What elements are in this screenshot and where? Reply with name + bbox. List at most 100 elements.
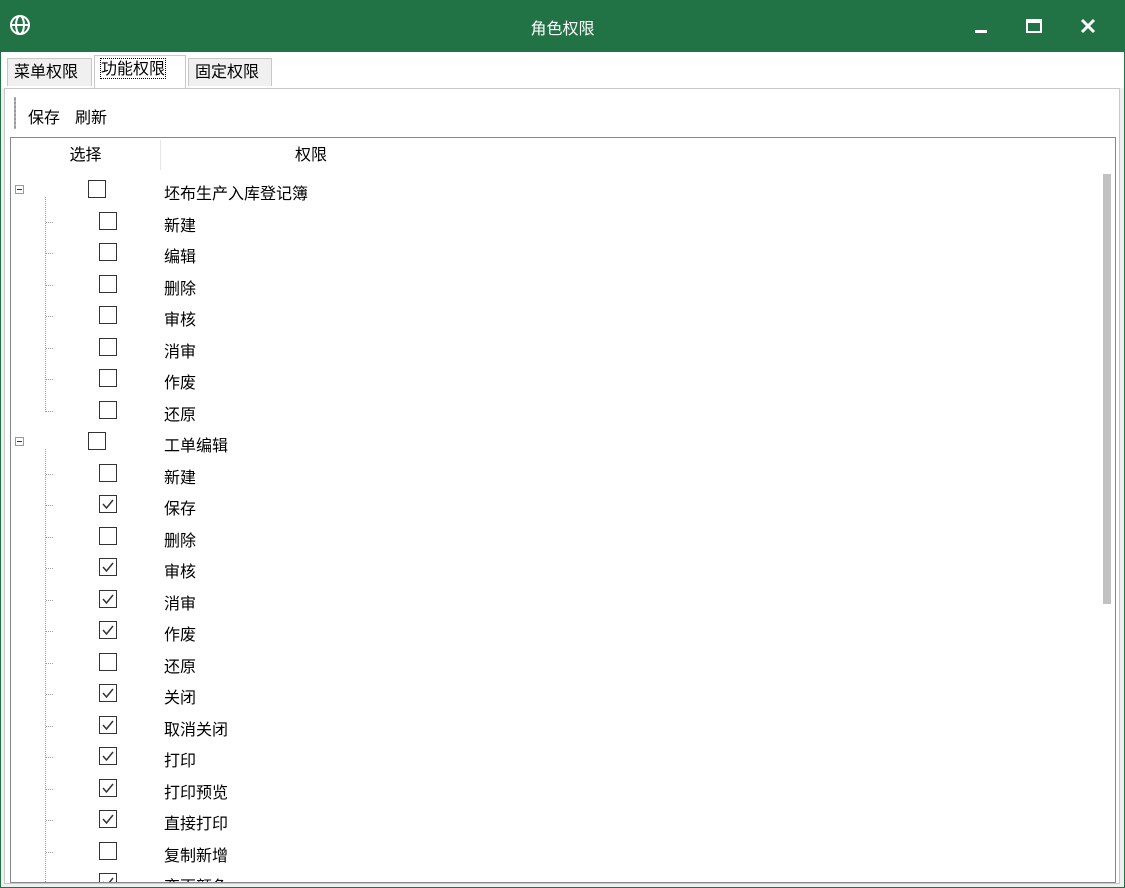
item-checkbox[interactable]	[99, 841, 117, 860]
tree-item-row[interactable]: 新建	[11, 207, 1096, 238]
item-checkbox[interactable]	[99, 243, 117, 261]
tree-item-row[interactable]: 保存	[11, 490, 1096, 521]
permission-label: 审核	[164, 310, 197, 329]
permission-label: 打印	[164, 751, 197, 770]
item-checkbox[interactable]	[99, 810, 117, 828]
item-checkbox[interactable]	[99, 400, 117, 419]
tab-strip: 菜单权限 功能权限 固定权限	[1, 52, 1124, 88]
tab-label: 固定权限	[195, 62, 260, 81]
tree-item-row[interactable]: 删除	[11, 522, 1096, 553]
tree-item-row[interactable]: 作废	[11, 616, 1096, 647]
tree-item-row[interactable]: 还原	[11, 396, 1096, 427]
tree-item-row[interactable]: 编辑	[11, 238, 1096, 269]
tree-connector	[46, 536, 53, 538]
permission-tree[interactable]: 选择 权限 坯布生产入库登记簿 新建 编辑 删除 审核 消审 作废 还原 工单编辑 新建 保存 删除审…	[10, 137, 1116, 883]
group-label: 工单编辑	[164, 436, 229, 455]
tree-item-row[interactable]: 还原	[11, 648, 1096, 679]
tree-group-row[interactable]: 坯布生产入库登记簿	[11, 175, 1096, 206]
tree-item-row[interactable]: 取消关闭	[11, 711, 1096, 742]
permission-label: 删除	[164, 530, 197, 550]
tree-item-row[interactable]: 删除	[11, 270, 1096, 301]
item-checkbox[interactable]	[99, 337, 117, 356]
group-checkbox[interactable]	[88, 180, 106, 198]
maximize-icon	[1026, 19, 1042, 33]
item-checkbox[interactable]	[99, 495, 117, 513]
item-checkbox[interactable]	[99, 715, 117, 734]
tree-item-row[interactable]: 关闭	[11, 679, 1096, 710]
close-button[interactable]	[1061, 0, 1115, 52]
tab-menu-permissions[interactable]: 菜单权限	[7, 58, 92, 86]
tree-item-row[interactable]: 复制新增	[11, 837, 1096, 868]
item-checkbox[interactable]	[99, 652, 117, 671]
item-checkbox[interactable]	[99, 463, 117, 482]
tree-group-row[interactable]: 工单编辑	[11, 427, 1096, 458]
tree-item-row[interactable]: 新建	[11, 459, 1096, 490]
item-checkbox[interactable]	[99, 306, 117, 324]
tree-item-row[interactable]: 作废	[11, 364, 1096, 395]
tree-connector	[46, 253, 53, 254]
tree-item-row[interactable]: 直接打印	[11, 805, 1096, 836]
maximize-button[interactable]	[1007, 0, 1061, 52]
role-permissions-window: 角色权限 菜单权限 功能权限 固定权限 保存 刷新 选择 权限 坯布生产入库登记…	[0, 0, 1125, 888]
tree-connector	[46, 347, 53, 349]
collapse-icon[interactable]	[15, 185, 24, 194]
vertical-scrollbar-thumb[interactable]	[1103, 174, 1111, 604]
tree-connector	[46, 694, 53, 695]
permission-label: 变更颜色	[164, 873, 228, 882]
tree-item-row[interactable]: 变更颜色	[11, 868, 1096, 882]
tree-item-row[interactable]: 消审	[11, 585, 1096, 616]
tree-item-row[interactable]: 审核	[11, 553, 1096, 584]
tab-label: 功能权限	[99, 58, 167, 79]
tab-label: 菜单权限	[14, 62, 79, 81]
tab-fixed-permissions[interactable]: 固定权限	[188, 58, 272, 86]
column-header-select[interactable]: 选择	[11, 138, 160, 172]
item-checkbox[interactable]	[99, 211, 117, 230]
minimize-icon	[975, 30, 987, 33]
collapse-icon[interactable]	[15, 437, 24, 446]
item-checkbox[interactable]	[99, 526, 117, 545]
tree-connector	[46, 316, 53, 317]
tree-connector	[46, 568, 53, 569]
tree-item-row[interactable]: 消审	[11, 333, 1096, 364]
column-header-permission[interactable]: 权限	[161, 138, 461, 172]
item-checkbox[interactable]	[99, 778, 117, 797]
permission-label: 关闭	[164, 688, 197, 707]
tree-connector	[46, 820, 53, 821]
permission-label: 复制新增	[164, 845, 229, 865]
save-button[interactable]: 保存	[28, 104, 60, 128]
close-icon	[1080, 18, 1096, 34]
item-checkbox[interactable]	[99, 873, 117, 882]
permission-label: 打印预览	[164, 782, 229, 802]
permission-label: 新建	[164, 467, 197, 487]
toolbar-grip[interactable]	[14, 97, 16, 129]
function-permissions-page: 保存 刷新 选择 权限 坯布生产入库登记簿 新建 编辑 删除 审核 消审 作废 还原 工单编辑新…	[4, 88, 1120, 884]
toolbar: 保存 刷新	[5, 89, 1119, 135]
tree-item-row[interactable]: 打印预览	[11, 774, 1096, 805]
tree-connector	[46, 410, 53, 412]
group-checkbox[interactable]	[88, 432, 106, 450]
item-checkbox[interactable]	[99, 274, 117, 293]
tree-connector	[46, 473, 53, 475]
permission-label: 直接打印	[164, 814, 229, 833]
item-checkbox[interactable]	[99, 558, 117, 576]
tree-connector	[46, 725, 53, 727]
item-checkbox[interactable]	[99, 684, 117, 702]
title-bar[interactable]: 角色权限	[1, 0, 1124, 52]
refresh-button[interactable]: 刷新	[75, 104, 107, 128]
permission-label: 删除	[164, 278, 197, 298]
tree-connector	[46, 631, 53, 632]
item-checkbox[interactable]	[99, 369, 117, 387]
permission-label: 编辑	[164, 247, 197, 266]
tree-connector	[46, 379, 53, 380]
item-checkbox[interactable]	[99, 621, 117, 639]
permission-label: 审核	[164, 562, 197, 581]
minimize-button[interactable]	[954, 0, 1008, 52]
item-checkbox[interactable]	[99, 747, 117, 765]
tree-connector	[46, 662, 53, 664]
tree-item-row[interactable]: 审核	[11, 301, 1096, 332]
permission-label: 消审	[164, 593, 197, 613]
tree-connector	[46, 221, 53, 223]
tree-item-row[interactable]: 打印	[11, 742, 1096, 773]
tab-function-permissions[interactable]: 功能权限	[94, 55, 186, 88]
item-checkbox[interactable]	[99, 589, 117, 608]
